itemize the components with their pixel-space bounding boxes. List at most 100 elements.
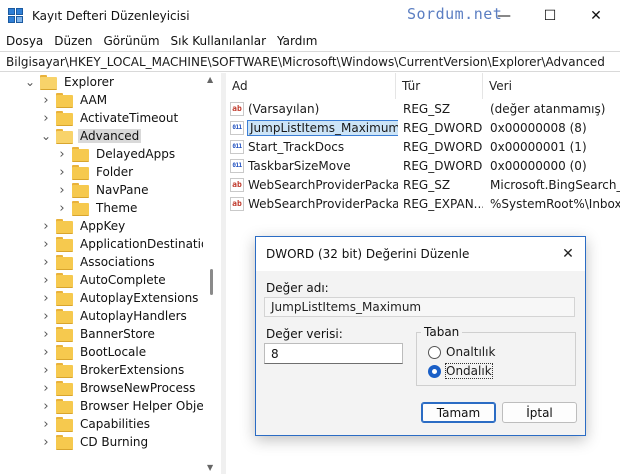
tree-item[interactable]: › Associations <box>40 253 157 271</box>
chevron-right-icon[interactable]: › <box>40 291 52 306</box>
chevron-right-icon[interactable]: › <box>40 255 52 270</box>
binary-value-icon: 011 <box>230 139 244 154</box>
tree-item[interactable]: › AppKey <box>40 217 127 235</box>
tree-item[interactable]: › BrokerExtensions <box>40 361 186 379</box>
tree-item[interactable]: › Browser Helper Objects <box>40 397 220 415</box>
folder-icon <box>72 165 89 180</box>
chevron-down-icon[interactable]: ⌄ <box>40 129 52 143</box>
address-bar[interactable]: Bilgisayar\HKEY_LOCAL_MACHINE\SOFTWARE\M… <box>0 51 620 72</box>
menu-edit[interactable]: Düzen <box>48 34 97 48</box>
chevron-right-icon[interactable]: › <box>56 165 68 180</box>
value-data: Microsoft.BingSearch_8v <box>490 177 620 192</box>
value-name: TaskbarSizeMove <box>248 158 351 173</box>
tree-item-label: Theme <box>96 201 138 215</box>
close-icon: ✕ <box>562 246 574 262</box>
tree-item-label: NavPane <box>96 183 149 197</box>
ok-button[interactable]: Tamam <box>421 402 496 423</box>
folder-icon <box>56 273 73 288</box>
value-row[interactable]: 011 Start_TrackDocs REG_DWORD 0x00000001 (1… <box>226 137 620 156</box>
chevron-right-icon[interactable]: › <box>40 399 52 414</box>
tree-item[interactable]: › AutoplayExtensions <box>40 289 200 307</box>
scroll-up-icon[interactable]: ▲ <box>207 75 213 84</box>
tree-item[interactable]: › CD Burning <box>40 433 150 451</box>
value-row[interactable]: ab WebSearchProviderPacka... REG_EXPAN...%… <box>226 194 620 213</box>
chevron-right-icon[interactable]: › <box>40 417 52 432</box>
tree-scrollbar[interactable]: ▲ ▼ <box>203 73 220 474</box>
folder-icon <box>56 237 73 252</box>
menu-help[interactable]: Yardım <box>271 34 322 48</box>
tree-item[interactable]: ⌄ Advanced <box>40 127 142 145</box>
key-tree[interactable]: ⌄ Explorer › AAM › ActivateTimeout ⌄ Advanced › D… <box>0 73 220 474</box>
value-row[interactable]: ab WebSearchProviderPacka... REG_SZ Microso… <box>226 175 620 194</box>
chevron-right-icon[interactable]: › <box>40 93 52 108</box>
chevron-right-icon[interactable]: › <box>40 219 52 234</box>
tree-item[interactable]: › BootLocale <box>40 343 148 361</box>
tree-item[interactable]: › ActivateTimeout <box>40 109 180 127</box>
tree-item[interactable]: › NavPane <box>56 181 150 199</box>
menu-bar: Dosya Düzen Görünüm Sık Kullanılanlar Ya… <box>0 31 620 51</box>
close-button[interactable]: ✕ <box>573 0 619 31</box>
tree-item[interactable]: › AAM <box>40 91 109 109</box>
column-data[interactable]: Veri <box>483 73 620 99</box>
tree-item[interactable]: ⌄ Explorer <box>24 73 116 91</box>
value-name-field: JumpListItems_Maximum <box>264 297 575 317</box>
value-name-cell: ab WebSearchProviderPacka... <box>230 194 398 213</box>
folder-icon <box>72 183 89 198</box>
tree-item[interactable]: › AutoplayHandlers <box>40 307 189 325</box>
tree-item-label: ApplicationDestinations <box>80 237 220 251</box>
column-type[interactable]: Tür <box>396 73 483 99</box>
value-row[interactable]: ab (Varsayılan) REG_SZ (değer atanmamış) <box>226 99 620 118</box>
chevron-right-icon[interactable]: › <box>56 183 68 198</box>
scroll-thumb[interactable] <box>210 269 213 295</box>
value-data-input[interactable]: 8 <box>264 343 403 364</box>
chevron-right-icon[interactable]: › <box>40 309 52 324</box>
folder-icon <box>56 219 73 234</box>
chevron-right-icon[interactable]: › <box>40 237 52 252</box>
chevron-right-icon[interactable]: › <box>40 111 52 126</box>
tree-item[interactable]: › BrowseNewProcess <box>40 379 197 397</box>
chevron-right-icon[interactable]: › <box>40 381 52 396</box>
value-data: 0x00000000 (0) <box>490 158 587 173</box>
menu-file[interactable]: Dosya <box>0 34 48 48</box>
column-name[interactable]: Ad <box>226 73 396 99</box>
tree-item-label: AutoComplete <box>80 273 166 287</box>
tree-item[interactable]: › ApplicationDestinations <box>40 235 220 253</box>
tree-item-label: Capabilities <box>80 417 150 431</box>
dialog-close-button[interactable]: ✕ <box>559 245 577 263</box>
chevron-right-icon[interactable]: › <box>40 435 52 450</box>
radio-dec-indicator[interactable] <box>428 364 441 378</box>
chevron-right-icon[interactable]: › <box>40 363 52 378</box>
value-row[interactable]: 011 JumpListItems_Maximum REG_DWORD 0x00000… <box>226 118 620 137</box>
menu-view[interactable]: Görünüm <box>97 34 164 48</box>
minimize-button[interactable]: — <box>481 0 527 31</box>
folder-icon <box>56 381 73 396</box>
cancel-button[interactable]: İptal <box>502 402 577 423</box>
tree-item[interactable]: › BannerStore <box>40 325 157 343</box>
value-row[interactable]: 011 TaskbarSizeMove REG_DWORD 0x00000000 (0… <box>226 156 620 175</box>
list-scrollbar[interactable] <box>226 458 620 474</box>
tree-item-label: AppKey <box>80 219 126 233</box>
tree-item[interactable]: › Capabilities <box>40 415 152 433</box>
radio-hex[interactable]: Onaltılık <box>428 345 495 359</box>
tree-item[interactable]: › DelayedApps <box>56 145 177 163</box>
maximize-button[interactable]: ☐ <box>527 0 573 31</box>
folder-icon <box>56 345 73 360</box>
chevron-right-icon[interactable]: › <box>40 327 52 342</box>
chevron-down-icon[interactable]: ⌄ <box>24 75 36 89</box>
chevron-right-icon[interactable]: › <box>40 273 52 288</box>
chevron-right-icon[interactable]: › <box>40 345 52 360</box>
tree-item-label: Associations <box>80 255 155 269</box>
tree-item[interactable]: › Theme <box>56 199 139 217</box>
chevron-right-icon[interactable]: › <box>56 201 68 216</box>
menu-favorites[interactable]: Sık Kullanılanlar <box>165 34 271 48</box>
radio-hex-indicator[interactable] <box>428 345 441 359</box>
radio-dec[interactable]: Ondalık <box>428 363 493 379</box>
folder-icon <box>56 129 73 144</box>
value-name-cell: ab WebSearchProviderPacka... <box>230 175 398 194</box>
chevron-right-icon[interactable]: › <box>56 147 68 162</box>
tree-item-label: BrokerExtensions <box>80 363 185 377</box>
tree-item[interactable]: › AutoComplete <box>40 271 168 289</box>
value-name: WebSearchProviderPacka... <box>248 196 398 211</box>
scroll-down-icon[interactable]: ▼ <box>207 463 213 472</box>
tree-item[interactable]: › Folder <box>56 163 135 181</box>
